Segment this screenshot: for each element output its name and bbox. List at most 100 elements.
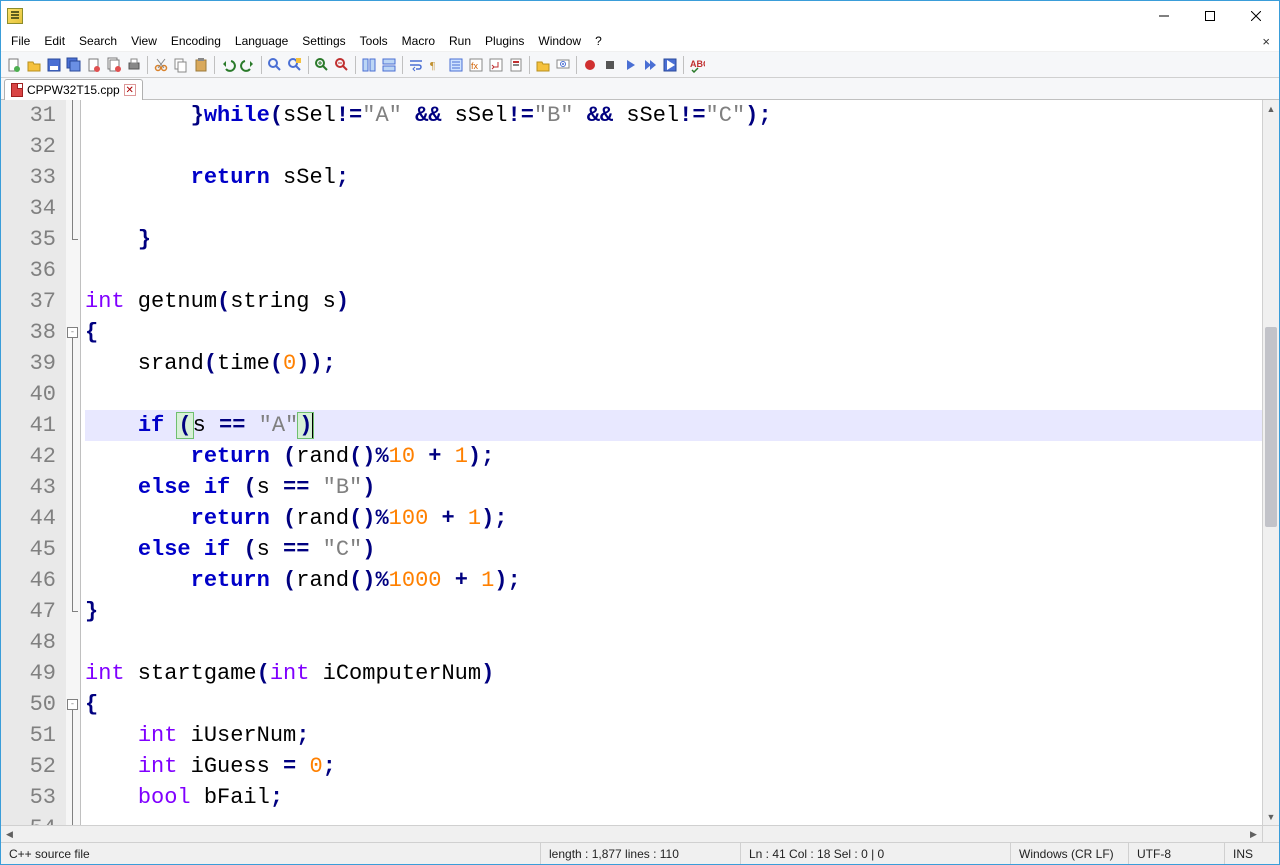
code-line-49[interactable]: int startgame(int iComputerNum) (85, 658, 1262, 689)
stop-icon[interactable] (601, 56, 619, 74)
status-eol[interactable]: Windows (CR LF) (1011, 843, 1129, 864)
code-line-38[interactable]: { (85, 317, 1262, 348)
menu-encoding[interactable]: Encoding (164, 32, 228, 50)
code-line-47[interactable]: } (85, 596, 1262, 627)
code-line-50[interactable]: { (85, 689, 1262, 720)
doc-map-icon[interactable] (507, 56, 525, 74)
title-bar (1, 1, 1279, 31)
fold-column[interactable]: -- (66, 100, 81, 825)
menu-search[interactable]: Search (72, 32, 124, 50)
scroll-up-icon[interactable]: ▲ (1263, 100, 1279, 117)
tab-close-icon[interactable]: ✕ (124, 84, 136, 96)
wrap-icon[interactable] (407, 56, 425, 74)
code-line-53[interactable]: bool bFail; (85, 782, 1262, 813)
zoom-out-icon[interactable] (333, 56, 351, 74)
menu-window[interactable]: Window (531, 32, 588, 50)
code-line-51[interactable]: int iUserNum; (85, 720, 1262, 751)
code-line-39[interactable]: srand(time(0)); (85, 348, 1262, 379)
svg-text:fx: fx (471, 61, 479, 71)
new-icon[interactable] (5, 56, 23, 74)
status-insert-mode[interactable]: INS (1225, 843, 1279, 864)
cut-icon[interactable] (152, 56, 170, 74)
save-all-icon[interactable] (65, 56, 83, 74)
code-line-41[interactable]: if (s == "A") (85, 410, 1262, 441)
lang-icon[interactable]: fx (467, 56, 485, 74)
scroll-down-icon[interactable]: ▼ (1263, 808, 1279, 825)
tab-label: CPPW32T15.cpp (27, 83, 120, 97)
editor[interactable]: 3132333435363738394041424344454647484950… (1, 100, 1279, 825)
folder-icon[interactable] (534, 56, 552, 74)
eol-icon[interactable] (487, 56, 505, 74)
status-position: Ln : 41 Col : 18 Sel : 0 | 0 (741, 843, 1011, 864)
copy-icon[interactable] (172, 56, 190, 74)
code-line-37[interactable]: int getnum(string s) (85, 286, 1262, 317)
code-line-52[interactable]: int iGuess = 0; (85, 751, 1262, 782)
redo-icon[interactable] (239, 56, 257, 74)
play-icon[interactable] (621, 56, 639, 74)
code-line-43[interactable]: else if (s == "B") (85, 472, 1262, 503)
menu-help[interactable]: ? (588, 32, 609, 50)
code-line-46[interactable]: return (rand()%1000 + 1); (85, 565, 1262, 596)
spellcheck-icon[interactable]: ABC (688, 56, 706, 74)
code-line-44[interactable]: return (rand()%100 + 1); (85, 503, 1262, 534)
menu-edit[interactable]: Edit (37, 32, 72, 50)
tab-bar: CPPW32T15.cpp ✕ (1, 78, 1279, 100)
fold-toggle-icon[interactable]: - (67, 699, 78, 710)
code-line-35[interactable]: } (85, 224, 1262, 255)
fold-toggle-icon[interactable]: - (67, 327, 78, 338)
code-line-40[interactable] (85, 379, 1262, 410)
print-icon[interactable] (125, 56, 143, 74)
code-line-42[interactable]: return (rand()%10 + 1); (85, 441, 1262, 472)
code-line-34[interactable] (85, 193, 1262, 224)
code-line-45[interactable]: else if (s == "C") (85, 534, 1262, 565)
sync-h-icon[interactable] (380, 56, 398, 74)
status-encoding[interactable]: UTF-8 (1129, 843, 1225, 864)
toolbar: ¶ fx ABC (1, 52, 1279, 78)
scroll-thumb[interactable] (1265, 327, 1277, 527)
menu-run[interactable]: Run (442, 32, 478, 50)
code-line-31[interactable]: }while(sSel!="A" && sSel!="B" && sSel!="… (85, 100, 1262, 131)
scroll-left-icon[interactable]: ◀ (1, 826, 18, 842)
code-area[interactable]: }while(sSel!="A" && sSel!="B" && sSel!="… (81, 100, 1262, 825)
record-icon[interactable] (581, 56, 599, 74)
horizontal-scrollbar[interactable]: ◀ ▶ (1, 825, 1279, 842)
menu-view[interactable]: View (124, 32, 164, 50)
indent-icon[interactable] (447, 56, 465, 74)
menu-language[interactable]: Language (228, 32, 295, 50)
save-macro-icon[interactable] (661, 56, 679, 74)
vertical-scrollbar[interactable]: ▲ ▼ (1262, 100, 1279, 825)
monitor-icon[interactable] (554, 56, 572, 74)
close-button[interactable] (1233, 1, 1279, 31)
menu-settings[interactable]: Settings (295, 32, 352, 50)
code-line-36[interactable] (85, 255, 1262, 286)
zoom-in-icon[interactable] (313, 56, 331, 74)
replace-icon[interactable] (286, 56, 304, 74)
close-all-icon[interactable] (105, 56, 123, 74)
save-icon[interactable] (45, 56, 63, 74)
menu-tools[interactable]: Tools (353, 32, 395, 50)
menu-macro[interactable]: Macro (395, 32, 442, 50)
close-document-icon[interactable]: × (1256, 34, 1276, 49)
code-line-48[interactable] (85, 627, 1262, 658)
app-icon (7, 8, 23, 24)
paste-icon[interactable] (192, 56, 210, 74)
menu-bar: FileEditSearchViewEncodingLanguageSettin… (1, 31, 1279, 52)
undo-icon[interactable] (219, 56, 237, 74)
play-multi-icon[interactable] (641, 56, 659, 74)
scroll-track[interactable] (1263, 117, 1279, 808)
code-line-32[interactable] (85, 131, 1262, 162)
hscroll-track[interactable] (18, 826, 1245, 842)
minimize-button[interactable] (1141, 1, 1187, 31)
menu-file[interactable]: File (4, 32, 37, 50)
tab-active[interactable]: CPPW32T15.cpp ✕ (4, 79, 143, 100)
sync-v-icon[interactable] (360, 56, 378, 74)
open-icon[interactable] (25, 56, 43, 74)
find-icon[interactable] (266, 56, 284, 74)
code-line-54[interactable] (85, 813, 1262, 825)
close-icon[interactable] (85, 56, 103, 74)
code-line-33[interactable]: return sSel; (85, 162, 1262, 193)
menu-plugins[interactable]: Plugins (478, 32, 531, 50)
scroll-right-icon[interactable]: ▶ (1245, 826, 1262, 842)
all-chars-icon[interactable]: ¶ (427, 56, 445, 74)
maximize-button[interactable] (1187, 1, 1233, 31)
